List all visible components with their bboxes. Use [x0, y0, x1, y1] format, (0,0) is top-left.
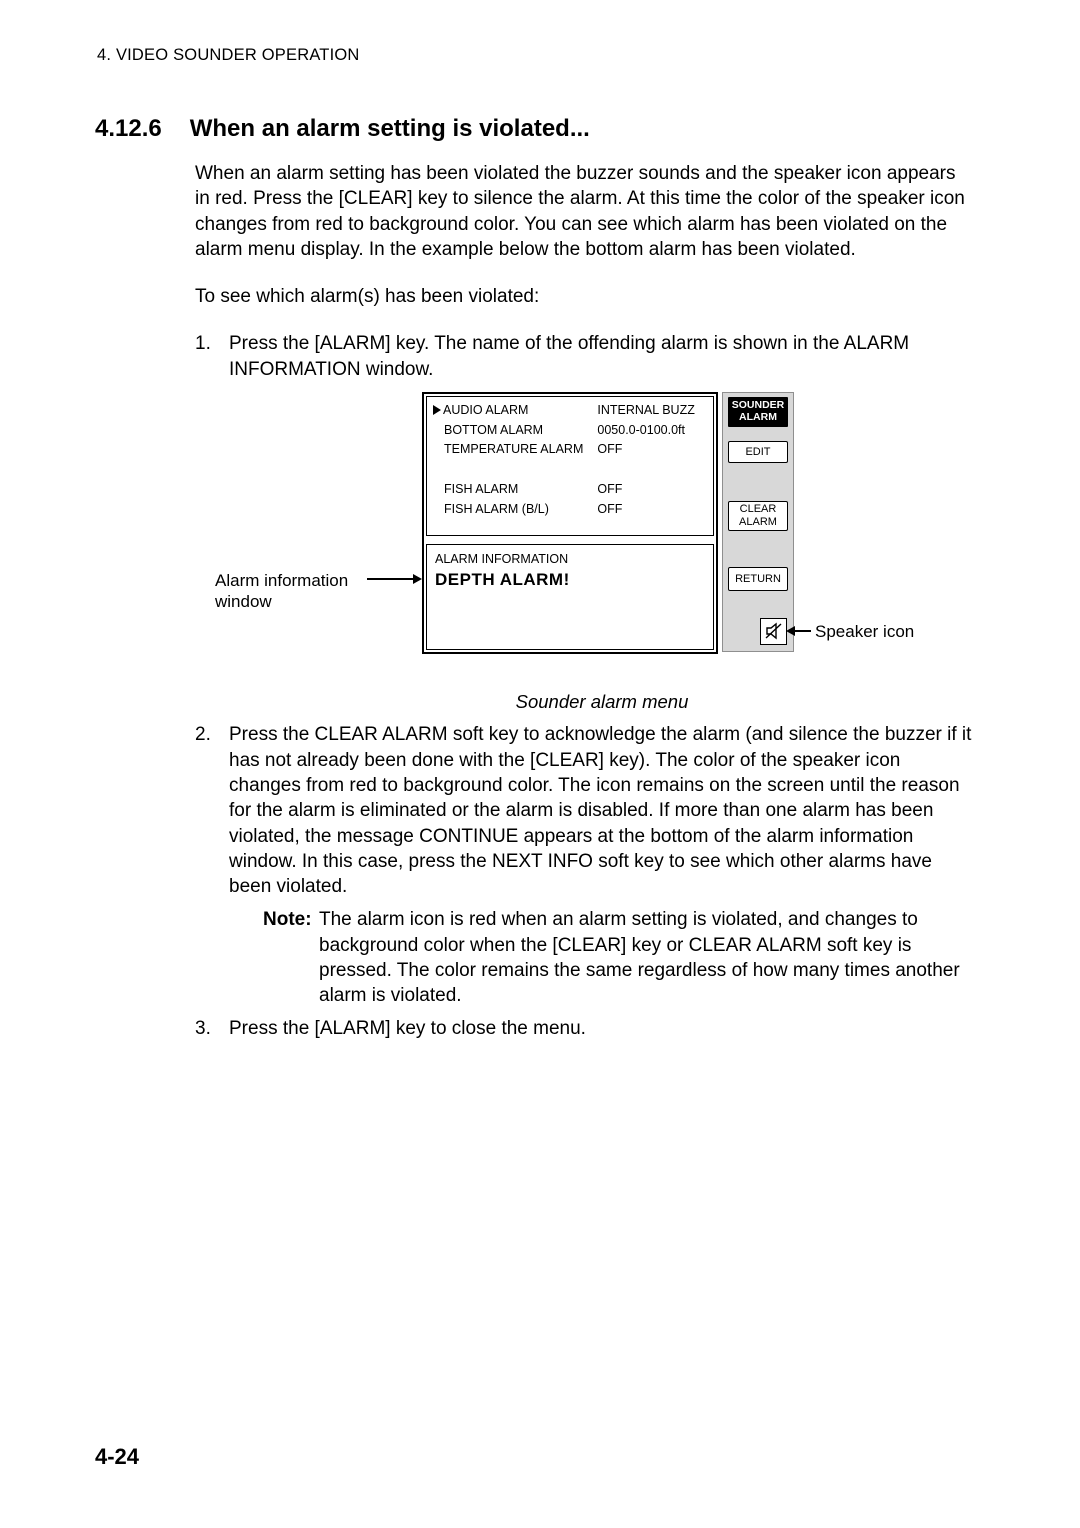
table-row: BOTTOM ALARM0050.0-0100.0ft — [433, 421, 707, 441]
procedure-list: Press the [ALARM] key. The name of the o… — [195, 331, 975, 1041]
lead-paragraph: To see which alarm(s) has been violated: — [195, 284, 975, 309]
clear-line1: CLEAR — [729, 503, 787, 516]
speaker-icon-box — [760, 618, 787, 645]
softkey-title: SOUNDER ALARM — [728, 397, 788, 427]
table-row: AUDIO ALARM INTERNAL BUZZ — [433, 401, 707, 421]
speaker-icon — [765, 622, 783, 640]
alarm-value: OFF — [597, 480, 707, 500]
cursor-icon — [433, 405, 441, 415]
alarm-info-title: ALARM INFORMATION — [435, 551, 705, 568]
alarm-label: BOTTOM ALARM — [433, 421, 597, 441]
softkey-title-line1: SOUNDER — [732, 399, 785, 411]
body-column: When an alarm setting has been violated … — [195, 161, 975, 1042]
softkey-title-line2: ALARM — [739, 411, 777, 423]
alarm-list-panel: AUDIO ALARM INTERNAL BUZZ BOTTOM ALARM005… — [426, 396, 714, 536]
section-number: 4.12.6 — [95, 115, 162, 143]
step-2-text: Press the CLEAR ALARM soft key to acknow… — [229, 724, 971, 897]
clear-alarm-softkey[interactable]: CLEAR ALARM — [728, 501, 788, 531]
step-1-text: Press the [ALARM] key. The name of the o… — [229, 333, 909, 379]
sounder-alarm-menu-panel: AUDIO ALARM INTERNAL BUZZ BOTTOM ALARM005… — [422, 392, 718, 654]
alarm-value: OFF — [597, 500, 707, 520]
return-softkey[interactable]: RETURN — [728, 567, 788, 591]
clear-line2: ALARM — [729, 516, 787, 529]
figure-caption: Sounder alarm menu — [229, 690, 975, 715]
table-row — [433, 460, 707, 480]
page: 4. VIDEO SOUNDER OPERATION 4.12.6 When a… — [0, 0, 1080, 1528]
intro-paragraph: When an alarm setting has been violated … — [195, 161, 975, 262]
note-text: The alarm icon is red when an alarm sett… — [319, 909, 960, 1006]
callout-left-leader-line — [367, 578, 413, 580]
running-header: 4. VIDEO SOUNDER OPERATION — [97, 46, 985, 65]
alarm-value: 0050.0-0100.0ft — [597, 421, 707, 441]
table-row: FISH ALARM (B/L)OFF — [433, 500, 707, 520]
step-3: Press the [ALARM] key to close the menu. — [195, 1016, 975, 1041]
alarm-label: AUDIO ALARM — [443, 403, 528, 417]
table-row: FISH ALARMOFF — [433, 480, 707, 500]
alarm-label: FISH ALARM — [433, 480, 597, 500]
alarm-value: OFF — [597, 440, 707, 460]
alarm-info-message: DEPTH ALARM! — [435, 569, 705, 592]
note-label: Note: — [263, 907, 312, 932]
alarm-label: TEMPERATURE ALARM — [433, 440, 597, 460]
callout-alarm-info-window: Alarm informationwindow — [215, 570, 348, 613]
callout-speaker-icon: Speaker icon — [815, 621, 914, 644]
page-number: 4-24 — [95, 1444, 139, 1470]
alarm-information-window: ALARM INFORMATION DEPTH ALARM! — [426, 544, 714, 650]
edit-softkey[interactable]: EDIT — [728, 441, 788, 463]
softkey-column: SOUNDER ALARM EDIT CLEAR ALARM RETURN — [722, 392, 794, 652]
step-3-text: Press the [ALARM] key to close the menu. — [229, 1018, 586, 1039]
section-title: When an alarm setting is violated... — [190, 115, 590, 143]
step-1: Press the [ALARM] key. The name of the o… — [195, 331, 975, 714]
note-block: Note: The alarm icon is red when an alar… — [229, 907, 975, 1008]
callout-left-arrow-icon — [413, 574, 422, 584]
alarm-list-table: AUDIO ALARM INTERNAL BUZZ BOTTOM ALARM005… — [433, 401, 707, 520]
callout-right-leader-line — [791, 630, 811, 632]
table-row: TEMPERATURE ALARMOFF — [433, 440, 707, 460]
alarm-label: FISH ALARM (B/L) — [433, 500, 597, 520]
alarm-value: INTERNAL BUZZ — [597, 401, 707, 421]
figure: Alarm informationwindow AUDIO ALARM INTER… — [215, 392, 975, 682]
step-2: Press the CLEAR ALARM soft key to acknow… — [195, 722, 975, 1008]
section-heading-row: 4.12.6 When an alarm setting is violated… — [95, 115, 985, 143]
